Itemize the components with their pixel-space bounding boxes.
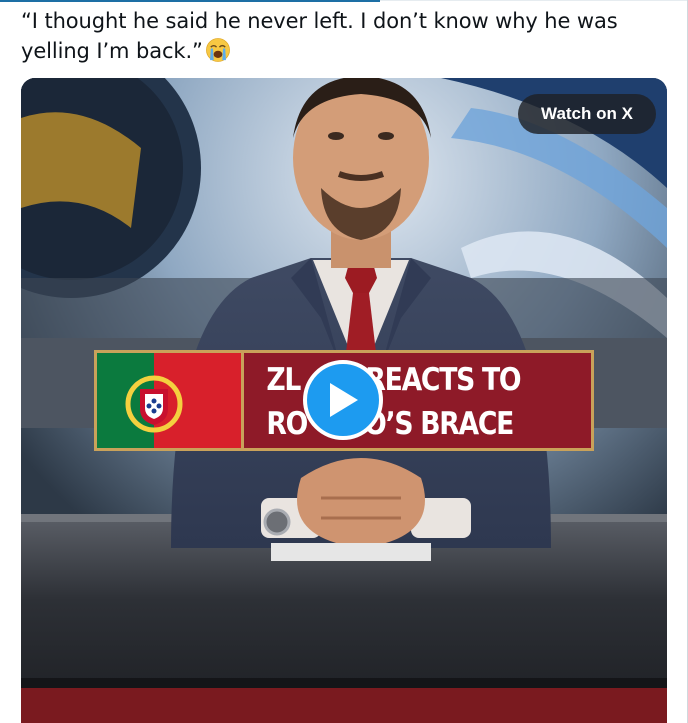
headline-title: ZL N REACTS TO RO DO’S BRACE xyxy=(241,350,594,451)
headline-line-1: ZL N REACTS TO xyxy=(266,362,521,398)
portugal-flag xyxy=(94,350,241,451)
top-accent-line xyxy=(0,0,380,2)
tweet-text-content: “I thought he said he never left. I don’… xyxy=(21,9,618,63)
play-icon xyxy=(330,383,358,417)
portugal-crest-icon xyxy=(125,375,183,433)
tweet-text: “I thought he said he never left. I don’… xyxy=(21,6,661,66)
play-button[interactable] xyxy=(303,360,383,440)
headline-line-2: RO DO’S BRACE xyxy=(266,406,514,442)
video-media[interactable]: Watch on X ZL N REACTS TO RO DO’S BRACE xyxy=(21,78,667,723)
top-divider xyxy=(380,0,688,1)
watch-on-x-button[interactable]: Watch on X xyxy=(518,94,656,134)
loudly-crying-face-emoji-icon xyxy=(205,38,230,62)
